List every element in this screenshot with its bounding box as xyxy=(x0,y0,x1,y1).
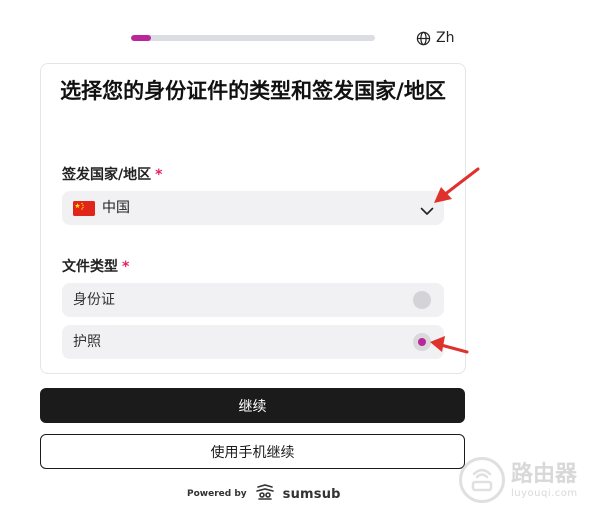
sumsub-logo-icon xyxy=(255,484,275,504)
required-mark: * xyxy=(155,167,163,183)
powered-by-footer: Powered by sumsub xyxy=(187,484,341,504)
country-select-value: 中国 xyxy=(102,200,130,216)
china-flag-icon xyxy=(73,201,95,216)
language-label: Zh xyxy=(436,30,455,46)
required-mark: * xyxy=(122,259,130,275)
option-label: 身份证 xyxy=(73,292,115,308)
radio-button-selected[interactable] xyxy=(413,333,431,351)
document-option-id-card[interactable]: 身份证 xyxy=(62,283,444,317)
watermark-subtitle: luyouqi.com xyxy=(511,487,578,499)
continue-on-phone-button[interactable]: 使用手机继续 xyxy=(40,434,465,469)
document-option-passport[interactable]: 护照 xyxy=(62,325,444,359)
watermark-title: 路由器 xyxy=(511,461,578,487)
issuing-country-label-text: 签发国家/地区 xyxy=(62,167,152,183)
powered-by-text: Powered by xyxy=(187,489,247,499)
option-label: 护照 xyxy=(73,334,101,350)
progress-bar xyxy=(131,35,375,41)
router-logo-icon xyxy=(459,457,505,503)
radio-button-unselected[interactable] xyxy=(413,291,431,309)
continue-button[interactable]: 继续 xyxy=(40,388,465,423)
document-selection-card: 选择您的身份证件的类型和签发国家/地区 签发国家/地区 * 中国 文件类型 * 身份… xyxy=(40,63,466,374)
issuing-country-label: 签发国家/地区 * xyxy=(62,164,162,184)
page-title: 选择您的身份证件的类型和签发国家/地区 xyxy=(60,79,446,103)
language-switcher[interactable]: Zh xyxy=(416,28,454,48)
progress-fill xyxy=(131,35,151,41)
chevron-down-icon[interactable] xyxy=(420,202,434,221)
country-select[interactable]: 中国 xyxy=(62,191,444,225)
globe-icon xyxy=(416,31,431,46)
brand-name: sumsub xyxy=(282,486,341,502)
watermark: 路由器 luyouqi.com xyxy=(459,457,578,503)
document-type-label-text: 文件类型 xyxy=(62,259,118,275)
document-type-label: 文件类型 * xyxy=(62,256,129,276)
